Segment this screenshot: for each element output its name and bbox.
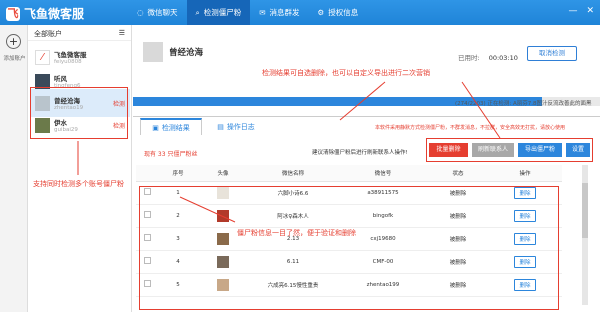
annotation-left: 支持同时检测多个账号僵尸粉 <box>33 180 124 188</box>
annotation-top: 检测结果可自选删除，也可以自定义导出进行二次营销 <box>262 69 430 77</box>
annotation-table: 僵尸粉信息一目了然，便于验证和删除 <box>237 229 356 237</box>
annotation-arrows <box>77 81 501 223</box>
